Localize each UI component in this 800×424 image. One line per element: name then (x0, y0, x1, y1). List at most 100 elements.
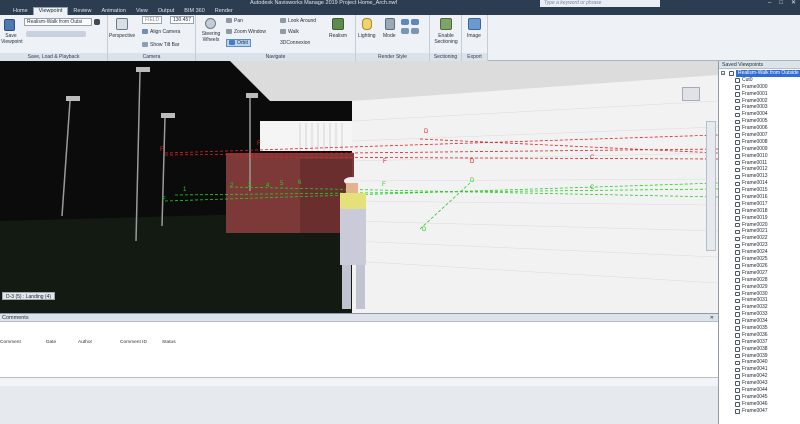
saved-viewpoint-item[interactable]: Frame0034 (719, 318, 800, 325)
saved-viewpoint-item[interactable]: Cut0 (719, 77, 800, 84)
saved-viewpoint-item[interactable]: Frame0010 (719, 153, 800, 160)
column-author[interactable]: Author (78, 340, 92, 345)
saved-viewpoint-item[interactable]: Frame0017 (719, 201, 800, 208)
expand-collapse-icon[interactable]: − (721, 71, 725, 76)
column-status[interactable]: Status (162, 340, 176, 345)
tab-render[interactable]: Render (210, 8, 238, 15)
saved-viewpoint-item[interactable]: Frame0016 (719, 194, 800, 201)
comments-table[interactable]: Comment Date Author Comment ID Status (0, 322, 718, 378)
saved-viewpoint-item[interactable]: Frame0021 (719, 228, 800, 235)
viewpoint-combo[interactable]: Realism-Walk from Outsi (24, 18, 92, 26)
saved-viewpoint-item[interactable]: Frame0036 (719, 332, 800, 339)
saved-viewpoint-item[interactable]: − Realism-Walk from Outside (719, 70, 800, 77)
saved-viewpoint-item[interactable]: Frame0037 (719, 339, 800, 346)
saved-viewpoint-item[interactable]: Frame0033 (719, 311, 800, 318)
saved-viewpoint-item[interactable]: Frame0025 (719, 256, 800, 263)
saved-viewpoint-item[interactable]: Frame0023 (719, 242, 800, 249)
image-button[interactable]: Image (467, 33, 481, 39)
enable-sectioning-button[interactable]: Enable Sectioning (432, 33, 460, 45)
saved-viewpoint-item[interactable]: Frame0003 (719, 104, 800, 111)
walk-button[interactable]: Walk (280, 29, 299, 35)
saved-viewpoint-item[interactable]: Frame0002 (719, 98, 800, 105)
saved-viewpoint-item[interactable]: Frame0007 (719, 132, 800, 139)
playback-controls[interactable] (26, 31, 86, 37)
render-style-icon-2[interactable] (411, 19, 419, 25)
navigation-bar[interactable] (706, 121, 716, 251)
saved-viewpoint-label: Frame0045 (742, 393, 768, 400)
orbit-button[interactable]: Orbit (226, 39, 251, 47)
align-camera-button[interactable]: Align Camera (142, 29, 180, 35)
saved-viewpoint-item[interactable]: Frame0030 (719, 291, 800, 298)
close-icon[interactable]: ✕ (710, 314, 714, 322)
saved-viewpoint-item[interactable]: Frame0026 (719, 263, 800, 270)
saved-viewpoint-item[interactable]: Frame0014 (719, 180, 800, 187)
close-button[interactable]: ✕ (791, 0, 796, 7)
chevron-down-icon[interactable] (94, 19, 100, 25)
tab-view[interactable]: View (131, 8, 153, 15)
saved-viewpoint-item[interactable]: Frame0045 (719, 394, 800, 401)
tab-output[interactable]: Output (153, 8, 180, 15)
column-comment[interactable]: Comment (0, 340, 21, 345)
saved-viewpoint-item[interactable]: Frame0005 (719, 118, 800, 125)
perspective-button[interactable]: Perspective (109, 33, 135, 39)
saved-viewpoint-item[interactable]: Frame0022 (719, 235, 800, 242)
mode-button[interactable]: Mode (383, 33, 396, 39)
tab-bim360[interactable]: BIM 360 (179, 8, 209, 15)
fov-value[interactable]: 130.457 (170, 16, 194, 24)
saved-viewpoint-item[interactable]: Frame0001 (719, 91, 800, 98)
tab-viewpoint[interactable]: Viewpoint (32, 7, 69, 15)
look-around-button[interactable]: Look Around (280, 18, 316, 24)
search-input[interactable]: Type a keyword or phrase (540, 0, 660, 7)
3d-viewport[interactable]: F F D D F C 1 2 3 4 5 6 F F D D C D-3 (5… (0, 61, 718, 313)
render-style-icon-4[interactable] (411, 28, 419, 34)
steering-wheels-button[interactable]: Steering Wheels (200, 31, 222, 43)
minimize-button[interactable]: – (768, 0, 771, 7)
saved-viewpoint-item[interactable]: Frame0044 (719, 387, 800, 394)
pan-button[interactable]: Pan (226, 18, 243, 24)
saved-viewpoint-item[interactable]: Frame0043 (719, 380, 800, 387)
save-viewpoint-button[interactable]: Save Viewpoint (1, 33, 23, 45)
saved-viewpoint-item[interactable]: Frame0038 (719, 346, 800, 353)
tab-animation[interactable]: Animation (96, 8, 130, 15)
saved-viewpoint-item[interactable]: Frame0029 (719, 284, 800, 291)
saved-viewpoint-item[interactable]: Frame0019 (719, 215, 800, 222)
column-comment-id[interactable]: Comment ID (120, 340, 147, 345)
tab-home[interactable]: Home (8, 8, 33, 15)
saved-viewpoint-item[interactable]: Frame0015 (719, 187, 800, 194)
fov-combo[interactable]: FIELD (142, 16, 162, 24)
saved-viewpoint-item[interactable]: Frame0039 (719, 353, 800, 360)
saved-viewpoint-item[interactable]: Frame0031 (719, 297, 800, 304)
saved-viewpoint-item[interactable]: Frame0041 (719, 366, 800, 373)
saved-viewpoint-item[interactable]: Frame0008 (719, 139, 800, 146)
saved-viewpoint-item[interactable]: Frame0028 (719, 277, 800, 284)
maximize-button[interactable]: □ (779, 0, 783, 7)
saved-viewpoint-item[interactable]: Frame0047 (719, 408, 800, 415)
saved-viewpoint-item[interactable]: Frame0000 (719, 84, 800, 91)
tab-review[interactable]: Review (68, 8, 96, 15)
saved-viewpoint-item[interactable]: Frame0004 (719, 111, 800, 118)
saved-viewpoint-item[interactable]: Frame0020 (719, 222, 800, 229)
saved-viewpoint-item[interactable]: Frame0011 (719, 160, 800, 167)
render-style-icon-3[interactable] (401, 28, 409, 34)
saved-viewpoint-item[interactable]: Frame0035 (719, 325, 800, 332)
saved-viewpoint-item[interactable]: Frame0027 (719, 270, 800, 277)
saved-viewpoint-item[interactable]: Frame0018 (719, 208, 800, 215)
saved-viewpoint-item[interactable]: Frame0040 (719, 359, 800, 366)
realism-button[interactable]: Realism (329, 33, 347, 39)
column-date[interactable]: Date (46, 340, 56, 345)
saved-viewpoint-item[interactable]: Frame0032 (719, 304, 800, 311)
saved-viewpoint-item[interactable]: Frame0013 (719, 173, 800, 180)
3dconnexion-button[interactable]: 3DConnexion (280, 40, 310, 46)
saved-viewpoint-item[interactable]: Frame0042 (719, 373, 800, 380)
saved-viewpoint-item[interactable]: Frame0024 (719, 249, 800, 256)
saved-viewpoints-list[interactable]: − Realism-Walk from Outside Cut0 Frame0000 F… (719, 70, 800, 424)
viewcube-icon[interactable] (682, 87, 700, 101)
zoom-window-button[interactable]: Zoom Window (226, 29, 266, 35)
saved-viewpoint-item[interactable]: Frame0012 (719, 166, 800, 173)
saved-viewpoint-item[interactable]: Frame0009 (719, 146, 800, 153)
show-tilt-bar-button[interactable]: Show Tilt Bar (142, 42, 179, 48)
lighting-button[interactable]: Lighting (358, 33, 376, 39)
saved-viewpoint-item[interactable]: Frame0006 (719, 125, 800, 132)
render-style-icon-1[interactable] (401, 19, 409, 25)
saved-viewpoint-item[interactable]: Frame0046 (719, 401, 800, 408)
